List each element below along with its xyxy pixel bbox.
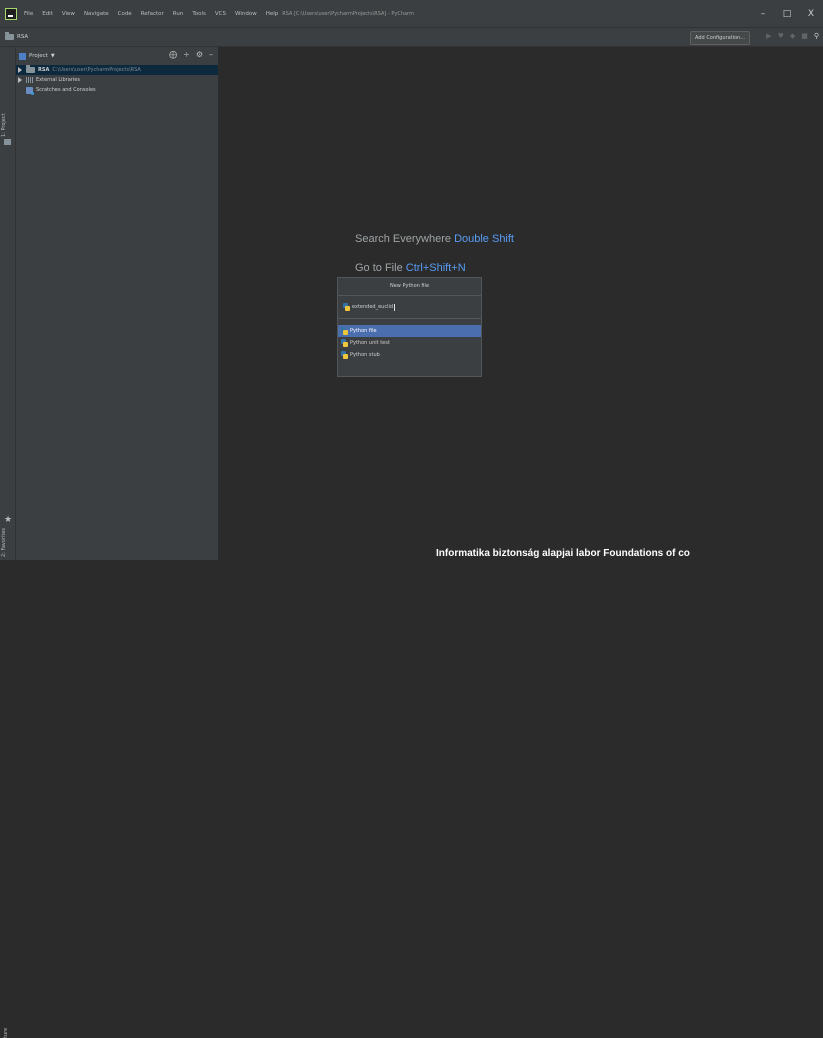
folder-icon bbox=[26, 65, 35, 73]
menu-run[interactable]: Run bbox=[173, 11, 184, 17]
hint-text: Go to File bbox=[355, 262, 403, 274]
option-python-file[interactable]: Python file bbox=[338, 325, 481, 337]
tree-item-label: External Libraries bbox=[36, 77, 80, 83]
expand-arrow-icon[interactable] bbox=[18, 77, 22, 83]
main-menu: File Edit View Navigate Code Refactor Ru… bbox=[24, 11, 278, 17]
hint-shortcut: Ctrl+Shift+N bbox=[405, 262, 466, 274]
hide-icon[interactable]: – bbox=[209, 50, 213, 59]
option-label: Python unit test bbox=[350, 340, 390, 346]
file-name-value[interactable]: extended_euclid bbox=[352, 304, 393, 310]
expand-arrow-icon[interactable] bbox=[18, 67, 22, 73]
star-icon: ★ bbox=[4, 515, 13, 525]
navigation-bar: RSA Add Configuration... ▶ ♥ ◆ ■ ⚲ bbox=[0, 27, 823, 47]
menu-tools[interactable]: Tools bbox=[192, 11, 206, 17]
file-kind-list: Python file Python unit test Python stub bbox=[338, 325, 481, 361]
project-tool-tab[interactable]: 1: Project bbox=[1, 113, 7, 137]
panel-toolbar: ⨁ ÷ ⚙ – bbox=[169, 50, 213, 59]
hint-shortcut: Double Shift bbox=[454, 233, 514, 245]
python-file-icon bbox=[341, 351, 348, 359]
minimize-button[interactable]: – bbox=[751, 9, 775, 19]
title-bar: File Edit View Navigate Code Refactor Ru… bbox=[0, 0, 823, 27]
menu-refactor[interactable]: Refactor bbox=[141, 11, 164, 17]
folder-icon bbox=[5, 32, 14, 40]
tree-item-rsa[interactable]: RSA C:\Users\user\PycharmProjects\RSA bbox=[16, 65, 218, 75]
gear-icon[interactable]: ⚙ bbox=[196, 50, 203, 59]
menu-file[interactable]: File bbox=[24, 11, 33, 17]
project-icon bbox=[19, 52, 26, 60]
close-button[interactable]: X bbox=[799, 9, 823, 19]
caption-overlay: Informatika biztonság alapjai labor Foun… bbox=[436, 548, 690, 559]
chevron-down-icon[interactable]: ▼ bbox=[51, 53, 55, 59]
menu-window[interactable]: Window bbox=[235, 11, 257, 17]
add-configuration-button[interactable]: Add Configuration... bbox=[690, 31, 750, 45]
tree-root-path: C:\Users\user\PycharmProjects\RSA bbox=[52, 67, 141, 73]
structure-tab-label: ture bbox=[3, 1027, 9, 1038]
project-tab-icon bbox=[4, 139, 11, 145]
menu-view[interactable]: View bbox=[62, 11, 75, 17]
option-python-stub[interactable]: Python stub bbox=[338, 349, 481, 361]
collapse-icon[interactable]: ÷ bbox=[183, 50, 190, 59]
stop-icon[interactable]: ■ bbox=[801, 32, 808, 40]
maximize-button[interactable]: □ bbox=[775, 9, 799, 19]
locate-icon[interactable]: ⨁ bbox=[169, 50, 177, 59]
project-panel: Project ▼ ⨁ ÷ ⚙ – RSA C:\Users\user\Pych… bbox=[16, 47, 219, 560]
option-label: Python file bbox=[350, 328, 377, 334]
menu-code[interactable]: Code bbox=[118, 11, 132, 17]
tree-item-external-libraries[interactable]: External Libraries bbox=[16, 75, 218, 85]
library-icon bbox=[26, 77, 33, 83]
file-name-input[interactable]: extended_euclid bbox=[338, 296, 481, 319]
left-tool-strip: 1: Project 2: Favorites ★ ture bbox=[0, 47, 16, 1038]
run-icon[interactable]: ▶ bbox=[766, 32, 771, 40]
project-view-selector[interactable]: Project bbox=[29, 53, 48, 59]
menu-vcs[interactable]: VCS bbox=[215, 11, 226, 17]
pycharm-logo-icon bbox=[5, 7, 17, 20]
editor-area: Search Everywhere Double Shift Go to Fil… bbox=[219, 47, 823, 560]
debug-icon[interactable]: ♥ bbox=[778, 32, 784, 40]
breadcrumb[interactable]: RSA bbox=[5, 32, 28, 40]
search-everywhere-hint: Search Everywhere Double Shift bbox=[355, 233, 514, 245]
hint-text: Search Everywhere bbox=[355, 233, 451, 245]
option-label: Python stub bbox=[350, 352, 380, 358]
option-python-unit-test[interactable]: Python unit test bbox=[338, 337, 481, 349]
python-file-icon bbox=[341, 339, 348, 347]
menu-navigate[interactable]: Navigate bbox=[84, 11, 109, 17]
tree-item-label: Scratches and Consoles bbox=[36, 87, 96, 93]
menu-edit[interactable]: Edit bbox=[42, 11, 53, 17]
window-title: RSA [C:\Users\user\PycharmProjects\RSA] … bbox=[282, 10, 414, 17]
search-icon[interactable]: ⚲ bbox=[814, 32, 819, 40]
structure-tool-tab[interactable]: ture bbox=[3, 548, 9, 1038]
scratches-icon bbox=[26, 86, 34, 95]
go-to-file-hint: Go to File Ctrl+Shift+N bbox=[355, 262, 466, 274]
tree-item-scratches[interactable]: Scratches and Consoles bbox=[16, 85, 218, 95]
dialog-title: New Python file bbox=[338, 278, 481, 296]
text-caret bbox=[394, 303, 396, 311]
run-toolbar: ▶ ♥ ◆ ■ ⚲ bbox=[766, 32, 819, 40]
python-file-icon bbox=[341, 327, 348, 335]
coverage-icon[interactable]: ◆ bbox=[790, 32, 795, 40]
project-panel-header: Project ▼ ⨁ ÷ ⚙ – bbox=[16, 47, 218, 65]
menu-help[interactable]: Help bbox=[266, 11, 279, 17]
new-python-file-dialog: New Python file extended_euclid Python f… bbox=[337, 277, 482, 377]
tree-root-name: RSA bbox=[38, 67, 50, 73]
breadcrumb-project[interactable]: RSA bbox=[17, 34, 28, 40]
python-file-icon bbox=[343, 303, 350, 311]
window-controls: – □ X bbox=[751, 0, 823, 27]
